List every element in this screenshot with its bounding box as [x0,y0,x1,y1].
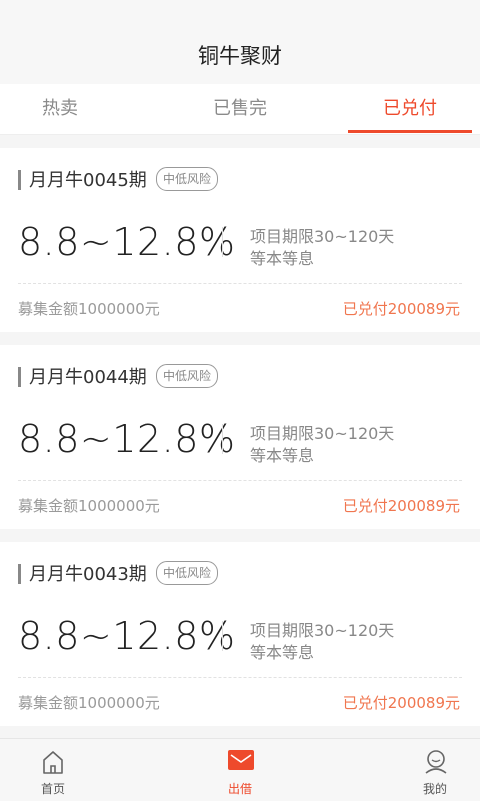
app-header: 铜牛聚财 [0,0,480,84]
product-name: 月月牛0043期 [29,564,147,585]
dashed-divider [18,480,462,481]
repayment-method: 等本等息 [250,249,315,268]
repayment-method: 等本等息 [250,643,315,662]
title-marker [18,367,21,387]
tab-bar: 热卖 已售完 已兑付 [0,84,480,135]
title-marker [18,170,21,190]
dashed-divider [18,677,462,678]
product-name: 月月牛0045期 [29,170,147,191]
active-tab-indicator [348,130,472,133]
nav-home-label: 首页 [40,782,65,796]
profile-icon [425,750,447,774]
paid-amount: 已兑付200089元 [342,694,460,712]
dashed-divider [18,283,462,284]
product-card[interactable]: 月月牛0043期 中低风险 8.8~12.8% 项目期限30~120天 等本等息… [0,542,480,726]
product-card[interactable]: 月月牛0044期 中低风险 8.8~12.8% 项目期限30~120天 等本等息… [0,345,480,529]
product-card[interactable]: 月月牛0045期 中低风险 8.8~12.8% 项目期限30~120天 等本等息… [0,148,480,332]
raise-amount: 募集金额1000000元 [18,497,160,515]
risk-badge: 中低风险 [156,364,219,388]
lend-icon [228,750,254,770]
bottom-nav: 首页 出借 我的 [0,738,480,801]
nav-home[interactable]: 首页 [13,739,93,801]
title-marker [18,564,21,584]
term-text: 项目期限30~120天 [250,621,395,640]
nav-mine-label: 我的 [422,782,447,796]
nav-mine[interactable]: 我的 [395,739,475,801]
home-icon [43,751,63,774]
term-text: 项目期限30~120天 [250,227,395,246]
nav-lend[interactable]: 出借 [200,739,280,801]
risk-badge: 中低风险 [156,561,219,585]
raise-amount: 募集金额1000000元 [18,694,160,712]
page-title: 铜牛聚财 [198,44,282,68]
raise-amount: 募集金额1000000元 [18,300,160,318]
nav-lend-label: 出借 [227,782,252,796]
repayment-method: 等本等息 [250,446,315,465]
divider [222,424,223,454]
tab-repaid[interactable]: 已兑付 [350,84,470,134]
tab-hot-sale[interactable]: 热卖 [0,84,120,134]
product-name: 月月牛0044期 [29,367,147,388]
risk-badge: 中低风险 [156,167,219,191]
interest-rate: 8.8~12.8% [18,417,236,461]
paid-amount: 已兑付200089元 [342,497,460,515]
paid-amount: 已兑付200089元 [342,300,460,318]
interest-rate: 8.8~12.8% [18,614,236,658]
divider [222,227,223,257]
divider [222,621,223,651]
interest-rate: 8.8~12.8% [18,220,236,264]
term-text: 项目期限30~120天 [250,424,395,443]
tab-sold-out[interactable]: 已售完 [180,84,300,134]
